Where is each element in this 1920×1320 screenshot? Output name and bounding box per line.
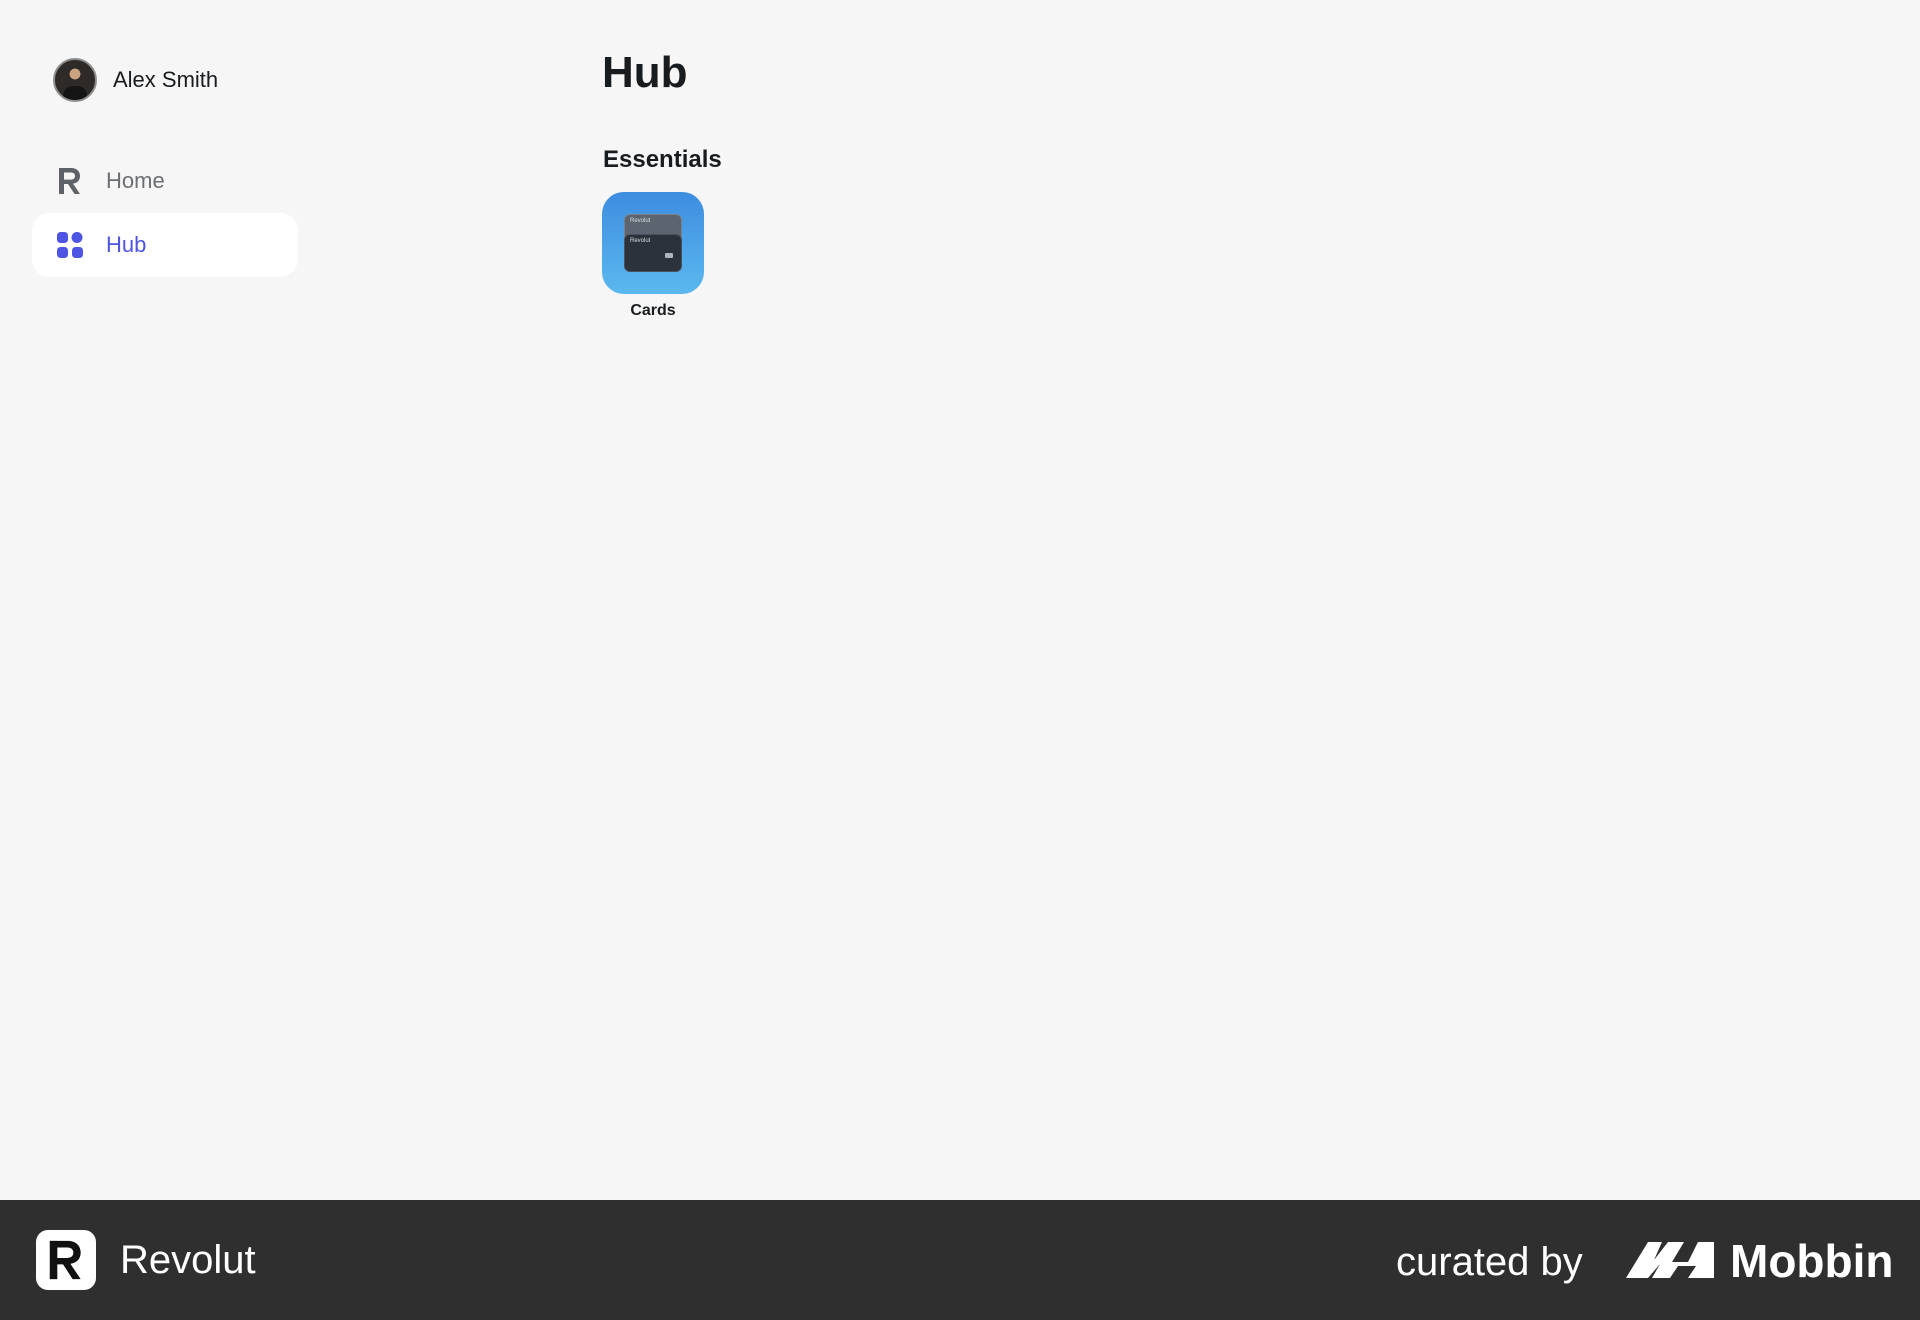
- card-front: Revolut: [624, 234, 682, 272]
- sidebar-item-home[interactable]: Home: [32, 149, 298, 213]
- brand-name: Revolut: [120, 1238, 256, 1282]
- revolut-r-icon: [56, 167, 84, 195]
- user-name: Alex Smith: [113, 67, 219, 92]
- grid-icon: [56, 231, 84, 259]
- app-window: Alex Smith Home Hub Hub Essentials Revol…: [0, 0, 1920, 1200]
- page-title: Hub: [602, 48, 688, 97]
- section-title-essentials: Essentials: [603, 146, 722, 173]
- card-brand-text: Revolut: [630, 238, 651, 244]
- card-brand-text: Revolut: [630, 218, 651, 224]
- curated-by-text: curated by: [1396, 1240, 1583, 1284]
- cards-icon: Revolut Revolut: [602, 192, 704, 294]
- cards-tile[interactable]: Revolut Revolut Cards: [602, 192, 704, 320]
- card-chip-icon: [665, 253, 673, 258]
- revolut-logo-icon: [36, 1230, 96, 1290]
- sidebar-item-hub[interactable]: Hub: [32, 213, 298, 277]
- avatar[interactable]: [53, 58, 97, 102]
- profile-button[interactable]: Alex Smith: [53, 58, 218, 102]
- curator-name: Mobbin: [1730, 1235, 1894, 1287]
- sidebar-item-label: Home: [106, 168, 165, 193]
- footer-banner: Revolut curated by Mobbin: [0, 1200, 1920, 1320]
- mobbin-logo-icon: [1626, 1242, 1714, 1278]
- sidebar-item-label: Hub: [106, 232, 147, 257]
- tile-label: Cards: [630, 302, 676, 319]
